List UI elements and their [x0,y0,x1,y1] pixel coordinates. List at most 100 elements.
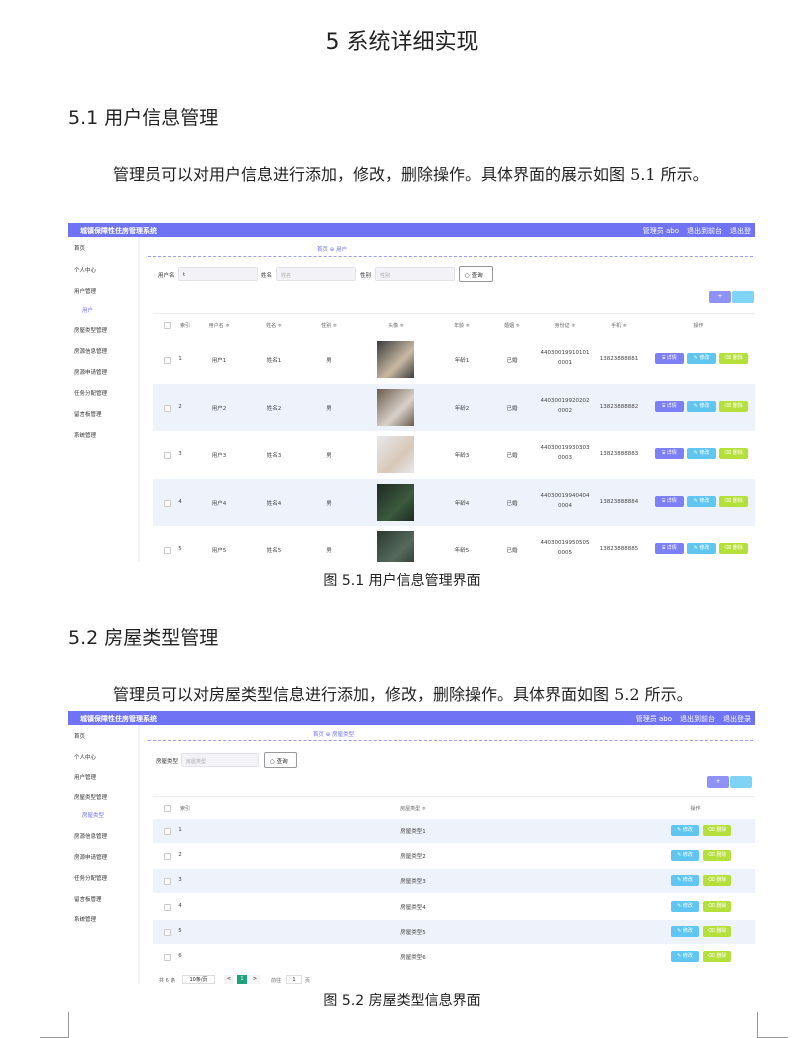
sidebar-subitem-users[interactable]: 用户 [82,306,93,314]
row-checkbox[interactable] [164,357,171,364]
delete-button[interactable]: ⌫ 删除 [719,353,748,364]
row-checkbox[interactable] [164,878,171,886]
sidebar2-item-profile[interactable]: 个人中心 [74,753,96,761]
edit-button[interactable]: ✎ 修改 [687,543,716,554]
cell-marriage: 已婚 [506,358,518,364]
delete-button[interactable]: ⌫ 删除 [719,495,748,507]
cell-index: 2 [178,852,182,859]
edit-button[interactable]: ✎ 修改 [687,400,716,412]
add-button[interactable]: + [709,291,731,303]
table-row: 2 房屋类型2 ✎ 修改 ⌫ 删除 [153,844,755,869]
page-corner-left [40,1012,69,1038]
sidebar-item-house-info[interactable]: 房源信息管理 [74,347,107,355]
logout-link-2[interactable]: 退出登录 [723,715,751,723]
page-corner-right [757,1012,788,1038]
sidebar-item-users[interactable]: 用户管理 [74,287,96,295]
back-frontend-link-2[interactable]: 退出到前台 [680,715,715,723]
edit-button[interactable]: ✎ 修改 [671,951,699,962]
col-username: 用户名 ≑ [208,323,230,329]
edit-button[interactable]: ✎ 修改 [671,825,699,836]
pager-size-select[interactable]: 10条/页 [182,975,215,984]
sidebar-item-house-type[interactable]: 房屋类型管理 [74,326,107,334]
sidebar2-item-system[interactable]: 系统管理 [74,915,96,923]
row-checkbox[interactable] [164,499,171,507]
sex-input[interactable]: 性别 [375,267,455,281]
sidebar-item-message[interactable]: 留言板管理 [74,410,102,418]
batch-delete-button-2[interactable] [730,776,752,788]
sidebar-item-house-apply[interactable]: 房源申请管理 [74,368,107,376]
table-row: 1 房屋类型1 ✎ 修改 ⌫ 删除 [153,819,755,843]
sidebar2-item-users[interactable]: 用户管理 [74,773,96,781]
sidebar2-subitem-house-type[interactable]: 房屋类型 [82,811,104,819]
delete-button[interactable]: ⌫ 删除 [703,875,731,887]
name-input[interactable]: 姓名 [276,267,356,281]
username-input[interactable]: t [178,267,258,281]
detail-button[interactable]: ⌸ 详情 [655,448,684,459]
row-checkbox[interactable] [164,828,171,835]
figure-caption-5-1: 图 5.1 用户信息管理界面 [323,573,481,589]
sidebar-item-system[interactable]: 系统管理 [74,431,96,439]
logout-link[interactable]: 退出登 [730,227,751,235]
delete-button[interactable]: ⌫ 删除 [719,448,748,459]
table-row: 5 用户5 姓名5 男 年龄5 已婚 44030019950505 0005 1… [153,526,755,562]
sidebar2-item-task[interactable]: 任务分配管理 [74,874,107,882]
delete-button[interactable]: ⌫ 删除 [719,543,748,554]
row-checkbox[interactable] [164,954,171,961]
admin-label: 管理员 abo [642,227,679,235]
row-checkbox[interactable] [164,903,171,911]
edit-button[interactable]: ✎ 修改 [687,495,716,507]
row-checkbox[interactable] [164,928,171,936]
delete-button[interactable]: ⌫ 删除 [703,900,731,912]
sidebar-item-task[interactable]: 任务分配管理 [74,389,107,397]
cell-marriage: 已婚 [506,548,518,554]
sidebar-2: 首页 个人中心 用户管理 房屋类型管理 房屋类型 房源信息管理 房源申请管理 任… [68,725,140,984]
sidebar2-item-message[interactable]: 留言板管理 [74,895,102,903]
sidebar2-item-house-apply[interactable]: 房源申请管理 [74,853,107,861]
cell-index: 1 [178,827,182,833]
row-checkbox[interactable] [164,404,171,412]
sidebar: 首页 个人中心 用户管理 用户 房屋类型管理 房源信息管理 房源申请管理 任务分… [68,237,140,562]
detail-button[interactable]: ⌸ 详情 [655,495,684,507]
detail-button[interactable]: ⌸ 详情 [655,543,684,554]
cell-index: 5 [178,546,182,552]
cell-house-type: 房屋类型5 [400,929,426,936]
cell-house-type: 房屋类型3 [400,879,426,886]
batch-delete-button[interactable] [732,291,754,303]
pager-goto-input[interactable]: 1 [286,975,302,984]
cell-marriage: 已婚 [506,500,518,507]
edit-button[interactable]: ✎ 修改 [687,353,716,364]
search-button[interactable]: ○ 查询 [459,266,493,282]
pager-prev[interactable]: < [224,975,234,984]
row-checkbox[interactable] [164,853,171,861]
search-button-2[interactable]: ○ 查询 [264,752,297,768]
edit-button[interactable]: ✎ 修改 [671,900,699,912]
back-frontend-link[interactable]: 退出到前台 [687,227,722,235]
edit-button[interactable]: ✎ 修改 [671,875,699,887]
section-title-5-2: 5.2 房屋类型管理 [68,627,219,649]
cell-idcard-line1: 44030019950505 [540,540,590,546]
delete-button[interactable]: ⌫ 删除 [703,850,731,862]
cell-name: 姓名1 [266,358,282,364]
add-button-2[interactable]: + [707,776,729,788]
pager-next[interactable]: > [250,975,260,984]
pager-page-1[interactable]: 1 [237,975,247,984]
breadcrumb: 首页 ⊕ 用户 [317,247,348,253]
sidebar-item-home[interactable]: 首页 [74,244,85,252]
edit-button[interactable]: ✎ 修改 [671,850,699,862]
house-type-screenshot: 城镇保障性住房管理系统 管理员 abo 退出到前台 退出登录 首页 个人中心 用户管… [68,711,755,984]
row-checkbox[interactable] [164,452,171,459]
delete-button[interactable]: ⌫ 删除 [703,825,731,836]
sidebar-item-profile[interactable]: 个人中心 [74,266,96,274]
detail-button[interactable]: ⌸ 详情 [655,353,684,364]
sidebar2-item-house-info[interactable]: 房源信息管理 [74,832,107,840]
edit-button[interactable]: ✎ 修改 [687,448,716,459]
row-checkbox[interactable] [164,547,171,554]
detail-button[interactable]: ⌸ 详情 [655,400,684,412]
sidebar2-item-house-type[interactable]: 房屋类型管理 [74,793,107,801]
sidebar2-item-home[interactable]: 首页 [74,732,85,740]
house-type-input[interactable]: 房屋类型 [181,753,259,767]
delete-button[interactable]: ⌫ 删除 [719,400,748,412]
edit-button[interactable]: ✎ 修改 [671,925,699,937]
delete-button[interactable]: ⌫ 删除 [703,951,731,962]
delete-button[interactable]: ⌫ 删除 [703,925,731,937]
